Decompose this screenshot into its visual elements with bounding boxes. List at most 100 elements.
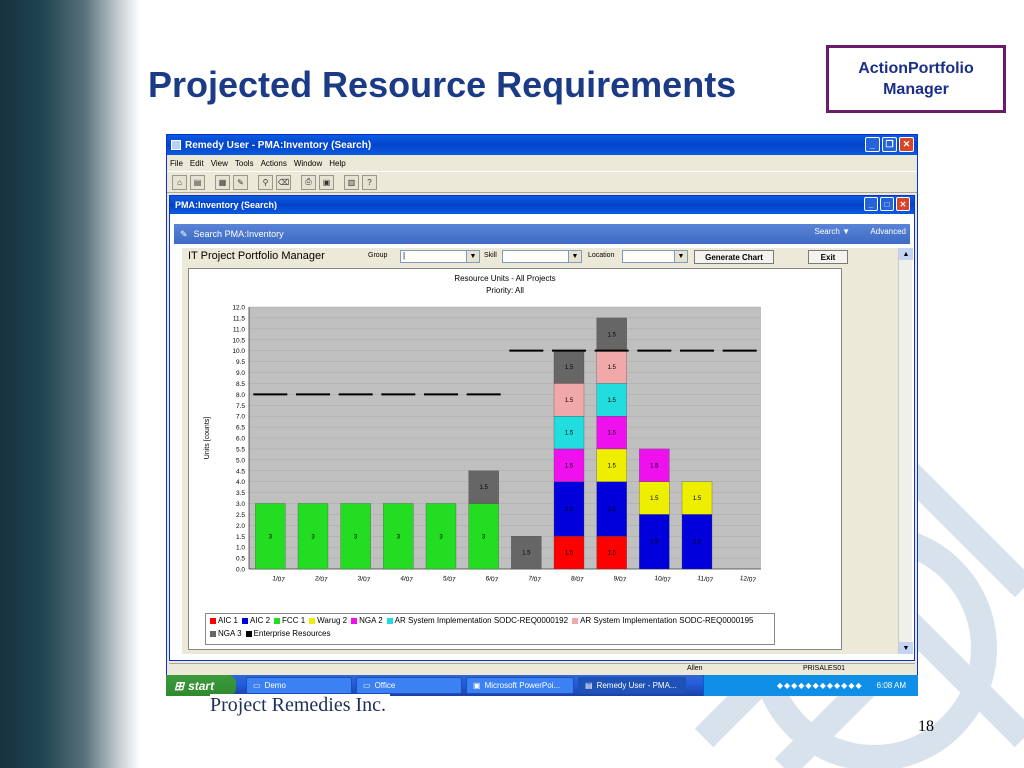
legend-item: NGA 2 — [351, 616, 383, 625]
bar-data-label: 2.5 — [650, 540, 659, 546]
chevron-down-icon[interactable]: ▼ — [568, 251, 581, 262]
scroll-down-icon[interactable]: ▼ — [899, 642, 913, 654]
legend-swatch — [572, 617, 579, 624]
inner-titlebar[interactable]: PMA:Inventory (Search) _ □ ✕ — [170, 196, 914, 214]
bar-data-label: 1.5 — [607, 398, 616, 404]
bar-data-label: 1.5 — [565, 431, 574, 437]
y-tick-label: 7.0 — [236, 414, 245, 421]
app-title: IT Project Portfolio Manager — [188, 250, 325, 262]
skill-select[interactable]: ▼ — [502, 250, 582, 263]
status-bar: Allen PRISALES01 — [169, 663, 915, 675]
y-tick-label: 8.5 — [236, 381, 245, 388]
chart-title: Resource Units - All Projects — [454, 274, 555, 283]
x-tick-label: 4/07 — [400, 575, 414, 584]
bar-data-label: 1.5 — [565, 365, 574, 371]
actionportfolio-logo: ActionPortfolio Manager — [826, 45, 1006, 113]
scroll-up-icon[interactable]: ▲ — [899, 248, 913, 260]
y-tick-label: 0.5 — [236, 556, 245, 563]
menu-item-edit[interactable]: Edit — [190, 159, 204, 168]
taskbar-item-powerpoint[interactable]: ▣ Microsoft PowerPoi... — [466, 677, 574, 694]
chevron-down-icon[interactable]: ▼ — [674, 251, 687, 262]
menu-item-actions[interactable]: Actions — [261, 159, 287, 168]
inventory-search-window: PMA:Inventory (Search) _ □ ✕ ✎ Search PM… — [169, 195, 915, 661]
bar-data-label: 1.5 — [565, 398, 574, 404]
y-tick-label: 9.0 — [236, 370, 245, 377]
y-axis-label: Units [counts] — [204, 417, 211, 459]
slide-left-gradient-bar — [0, 0, 140, 768]
legend-swatch — [274, 617, 281, 624]
bar-data-label: 2.5 — [693, 540, 702, 546]
open-form-icon[interactable]: ▤ — [190, 174, 205, 190]
folder-icon: ▭ — [363, 681, 371, 690]
menu-item-help[interactable]: Help — [329, 159, 345, 168]
print-preview-icon[interactable]: ▣ — [319, 174, 334, 190]
windows-taskbar: ⊞ start ▭ Demo ▭ Office ▣ Microsoft PowerPoi… — [166, 675, 918, 696]
new-request-icon[interactable]: ✎ — [233, 174, 248, 190]
status-user: Allen — [687, 665, 703, 672]
y-tick-label: 5.0 — [236, 457, 245, 464]
status-server: PRISALES01 — [803, 665, 846, 672]
report-icon[interactable]: ▥ — [344, 174, 359, 190]
y-tick-label: 2.5 — [236, 512, 245, 519]
location-select[interactable]: ▼ — [622, 250, 688, 263]
legend-item: Enterprise Resources — [245, 629, 331, 638]
restore-button[interactable]: ❐ — [882, 137, 897, 152]
start-button[interactable]: ⊞ start — [166, 675, 236, 696]
menu-item-tools[interactable]: Tools — [235, 159, 254, 168]
taskbar-item-office[interactable]: ▭ Office — [356, 677, 462, 694]
home-icon[interactable]: ⌂ — [172, 174, 187, 190]
menu-item-view[interactable]: View — [211, 159, 228, 168]
menu-bar: File Edit View Tools Actions Window Help — [167, 155, 917, 171]
y-tick-label: 8.0 — [236, 392, 245, 399]
legend-item: NGA 3 — [210, 629, 242, 638]
minimize-button[interactable]: _ — [865, 137, 880, 152]
menu-item-file[interactable]: File — [170, 159, 183, 168]
y-tick-label: 2.0 — [236, 523, 245, 530]
window-titlebar[interactable]: Remedy User - PMA:Inventory (Search) _ ❐… — [167, 135, 917, 155]
skill-label: Skill — [484, 252, 497, 259]
taskbar-item-remedy-user[interactable]: ▤ Remedy User - PMA... — [578, 677, 686, 694]
chart-legend: AIC 1 AIC 2 FCC 1 Warug 2 NGA 2 AR System Imp… — [205, 613, 775, 645]
chevron-down-icon[interactable]: ▼ — [466, 251, 479, 262]
location-label: Location — [588, 252, 615, 259]
search-header-bar: ✎ Search PMA:Inventory Search ▼ Advanced — [174, 224, 910, 244]
powerpoint-icon: ▣ — [473, 681, 481, 690]
menu-item-window[interactable]: Window — [294, 159, 322, 168]
clear-icon[interactable]: ⌫ — [276, 174, 291, 190]
legend-swatch — [386, 617, 393, 624]
legend-item: AIC 1 — [210, 616, 238, 625]
y-tick-label: 6.0 — [236, 436, 245, 443]
group-select[interactable]: | ▼ — [400, 250, 480, 263]
vertical-scrollbar[interactable]: ▲ ▼ — [898, 248, 913, 654]
generate-chart-button[interactable]: Generate Chart — [694, 250, 774, 264]
search-menu[interactable]: Search ▼ — [814, 227, 850, 236]
search-icon[interactable]: ⚲ — [258, 174, 273, 190]
legend-label: NGA 2 — [359, 616, 383, 625]
print-icon[interactable]: ⎙ — [301, 174, 316, 190]
bar-data-label: 1.5 — [607, 332, 616, 338]
x-tick-label: 7/07 — [528, 575, 542, 584]
inner-minimize-button[interactable]: _ — [864, 197, 878, 211]
close-button[interactable]: ✕ — [899, 137, 914, 152]
inner-window-title: PMA:Inventory (Search) — [175, 200, 278, 210]
exit-button[interactable]: Exit — [808, 250, 848, 264]
group-label: Group — [368, 252, 388, 259]
inner-maximize-button[interactable]: □ — [880, 197, 894, 211]
y-tick-label: 11.0 — [233, 326, 246, 333]
legend-item: Warug 2 — [309, 616, 347, 625]
pma-form: IT Project Portfolio Manager Group | ▼ Sk… — [182, 248, 900, 654]
new-search-icon[interactable]: ▦ — [215, 174, 230, 190]
remedy-user-window: Remedy User - PMA:Inventory (Search) _ ❐… — [166, 134, 918, 696]
help-icon[interactable]: ? — [362, 174, 377, 190]
inner-close-button[interactable]: ✕ — [896, 197, 910, 211]
legend-item: AIC 2 — [242, 616, 270, 625]
project-remedies-logo: Project Remedies Inc. — [210, 694, 390, 722]
taskbar-item-demo[interactable]: ▭ Demo — [246, 677, 352, 694]
y-tick-label: 9.5 — [236, 359, 245, 366]
advanced-link[interactable]: Advanced — [870, 227, 906, 236]
x-tick-label: 9/07 — [613, 575, 627, 584]
y-tick-label: 4.0 — [236, 479, 245, 486]
bar-data-label: 1.5 — [522, 551, 531, 557]
legend-swatch — [245, 630, 252, 637]
y-tick-label: 5.5 — [236, 446, 245, 453]
